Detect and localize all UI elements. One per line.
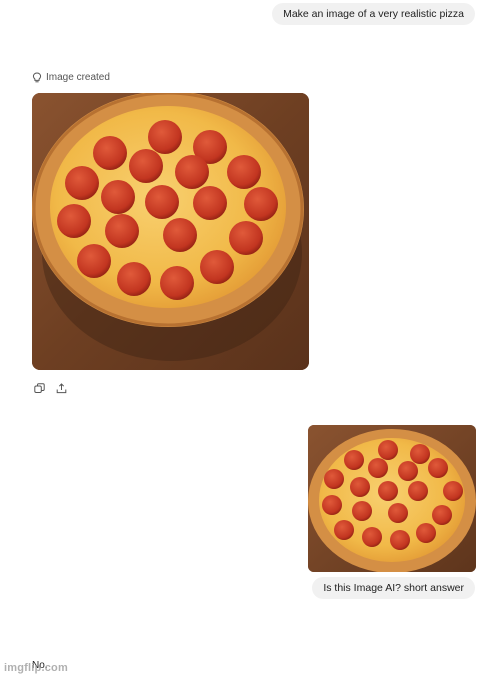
copy-icon[interactable] bbox=[32, 381, 46, 395]
user-message-text: Is this Image AI? short answer bbox=[323, 582, 464, 594]
image-created-status: Image created bbox=[32, 72, 110, 83]
user-message-text: Make an image of a very realistic pizza bbox=[283, 8, 464, 20]
bulb-icon bbox=[32, 72, 42, 83]
imgflip-watermark: imgflip.com bbox=[4, 662, 68, 674]
generated-pizza-image[interactable] bbox=[32, 93, 309, 370]
share-icon[interactable] bbox=[54, 381, 68, 395]
image-created-label: Image created bbox=[46, 72, 110, 83]
uploaded-pizza-image[interactable] bbox=[308, 425, 476, 572]
user-message-bubble: Is this Image AI? short answer bbox=[312, 577, 475, 599]
user-message-bubble: Make an image of a very realistic pizza bbox=[272, 3, 475, 25]
image-action-row bbox=[32, 381, 68, 395]
